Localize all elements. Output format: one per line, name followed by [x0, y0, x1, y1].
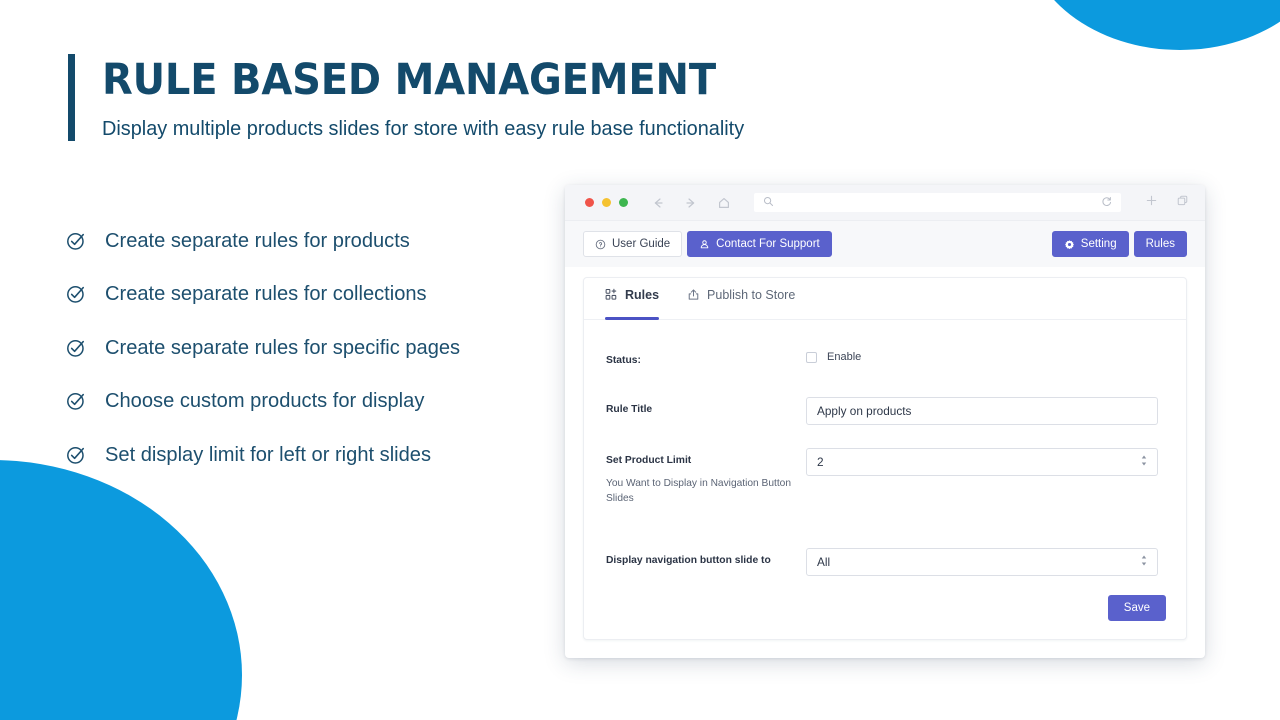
list-item: Set display limit for left or right slid… [66, 428, 467, 482]
tab-bar: Rules Publish to Store [584, 278, 1186, 320]
list-item-label: Choose custom products for display [105, 389, 424, 413]
gear-icon [1064, 239, 1075, 250]
user-icon [699, 239, 710, 250]
decorative-blob-top-right [1025, 0, 1280, 50]
status-row: Status: Enable [606, 348, 1158, 397]
product-limit-label-main: Set Product Limit [606, 455, 691, 466]
nav-slide-row: Display navigation button slide to All [606, 548, 1158, 594]
share-export-icon [687, 288, 700, 301]
nav-slide-label: Display navigation button slide to [606, 548, 806, 569]
plus-icon[interactable] [1145, 194, 1158, 212]
rules-button[interactable]: Rules [1134, 231, 1187, 257]
user-guide-label: User Guide [612, 238, 670, 250]
contact-support-label: Contact For Support [716, 238, 820, 250]
setting-button[interactable]: Setting [1052, 231, 1129, 257]
stepper-arrows-icon[interactable] [1140, 554, 1148, 570]
forward-arrow-icon[interactable] [684, 196, 698, 210]
hero-header: RULE BASED MANAGEMENT Display multiple p… [68, 54, 764, 141]
setting-label: Setting [1081, 238, 1117, 250]
browser-window: User Guide Contact For Support Setting [565, 185, 1205, 658]
check-circle-icon [66, 231, 86, 251]
page-title: RULE BASED MANAGEMENT [102, 58, 718, 103]
decorative-blob-bottom-left [0, 460, 242, 720]
save-button-label: Save [1124, 602, 1150, 614]
check-circle-icon [66, 284, 86, 304]
product-limit-value: 2 [817, 455, 824, 469]
enable-checkbox-label: Enable [827, 351, 861, 363]
browser-chrome-bar [565, 185, 1205, 221]
check-circle-icon [66, 445, 86, 465]
app-toolbar: User Guide Contact For Support Setting [565, 221, 1205, 267]
question-circle-icon [595, 239, 606, 250]
accent-bar [68, 54, 75, 141]
list-item-label: Create separate rules for products [105, 229, 410, 253]
enable-checkbox[interactable] [806, 352, 817, 363]
check-circle-icon [66, 391, 86, 411]
rules-button-label: Rules [1146, 238, 1175, 250]
tab-publish-label: Publish to Store [707, 288, 795, 302]
nav-slide-value: All [817, 555, 830, 569]
traffic-lights [585, 198, 628, 207]
rule-title-row: Rule Title Apply on products [606, 397, 1158, 448]
product-limit-sublabel: You Want to Display in Navigation Button… [606, 477, 806, 507]
list-item-label: Set display limit for left or right slid… [105, 443, 431, 467]
tab-rules[interactable]: Rules [605, 278, 659, 319]
feature-list: Create separate rules for products Creat… [66, 214, 467, 482]
nav-slide-select[interactable]: All [806, 548, 1158, 576]
product-limit-label: Set Product Limit You Want to Display in… [606, 448, 806, 506]
reload-icon[interactable] [1101, 194, 1112, 212]
check-circle-icon [66, 338, 86, 358]
save-button-wrap: Save [1108, 595, 1166, 621]
minimize-window-dot[interactable] [602, 198, 611, 207]
list-item: Create separate rules for collections [66, 268, 467, 322]
user-guide-button[interactable]: User Guide [583, 231, 682, 257]
list-item: Create separate rules for specific pages [66, 321, 467, 375]
save-button[interactable]: Save [1108, 595, 1166, 621]
stepper-arrows-icon[interactable] [1140, 454, 1148, 470]
tab-rules-label: Rules [625, 288, 659, 302]
rule-form: Status: Enable Rule Title Apply on produ… [584, 320, 1186, 594]
rule-title-input[interactable]: Apply on products [806, 397, 1158, 425]
product-limit-stepper[interactable]: 2 [806, 448, 1158, 476]
product-limit-row: Set Product Limit You Want to Display in… [606, 448, 1158, 548]
slide-canvas: RULE BASED MANAGEMENT Display multiple p… [0, 0, 1280, 720]
grid-add-icon [605, 288, 618, 301]
rule-title-value: Apply on products [817, 404, 911, 418]
duplicate-tabs-icon[interactable] [1176, 194, 1189, 212]
tab-publish-to-store[interactable]: Publish to Store [687, 278, 795, 319]
list-item-label: Create separate rules for specific pages [105, 336, 460, 360]
list-item: Choose custom products for display [66, 375, 467, 429]
status-label: Status: [606, 348, 806, 369]
list-item-label: Create separate rules for collections [105, 282, 427, 306]
home-icon[interactable] [717, 196, 731, 210]
list-item: Create separate rules for products [66, 214, 467, 268]
rules-card: Rules Publish to Store Status: [583, 277, 1187, 640]
close-window-dot[interactable] [585, 198, 594, 207]
page-subtitle: Display multiple products slides for sto… [102, 117, 744, 141]
maximize-window-dot[interactable] [619, 198, 628, 207]
contact-support-button[interactable]: Contact For Support [687, 231, 832, 257]
back-arrow-icon[interactable] [651, 196, 665, 210]
rule-title-label: Rule Title [606, 397, 806, 418]
search-icon [763, 194, 774, 212]
address-bar[interactable] [754, 193, 1121, 212]
